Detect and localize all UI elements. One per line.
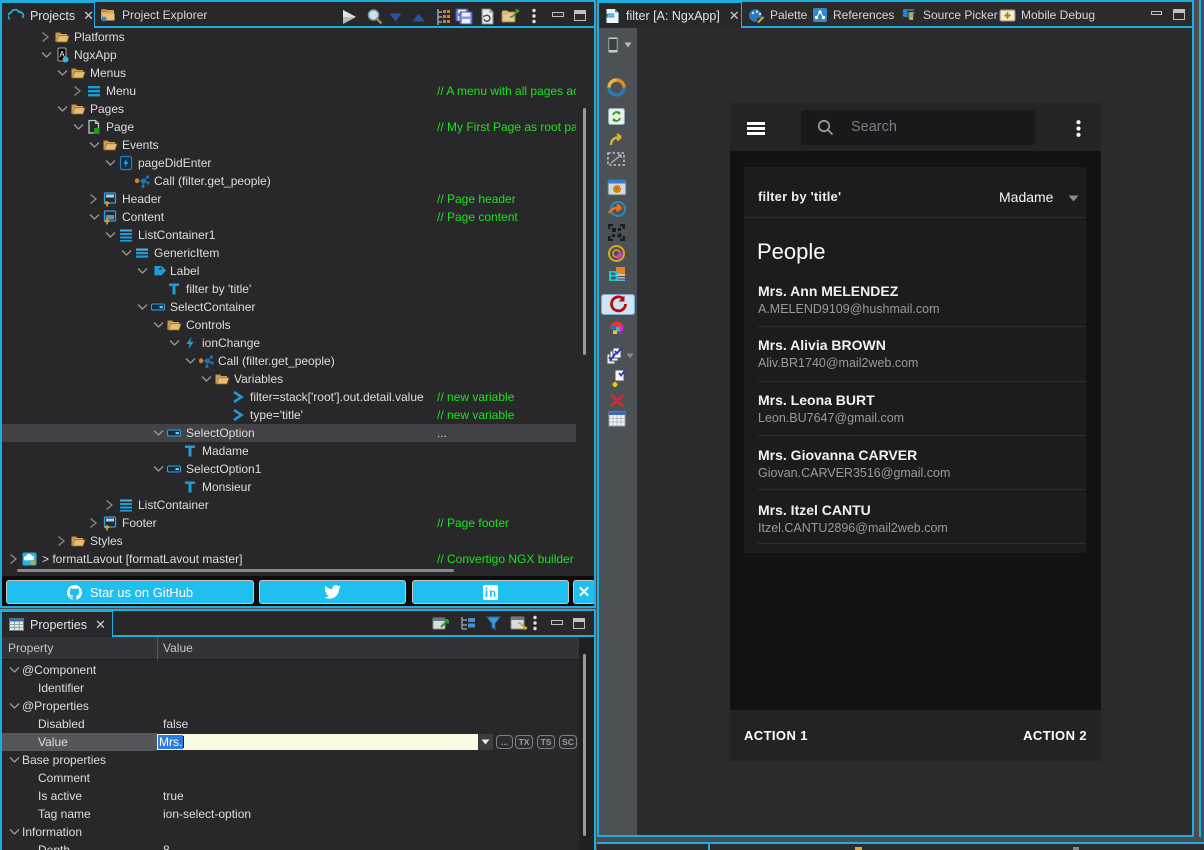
svg-text:HTM: HTM [608, 13, 617, 18]
svg-text:B: B [608, 268, 619, 283]
